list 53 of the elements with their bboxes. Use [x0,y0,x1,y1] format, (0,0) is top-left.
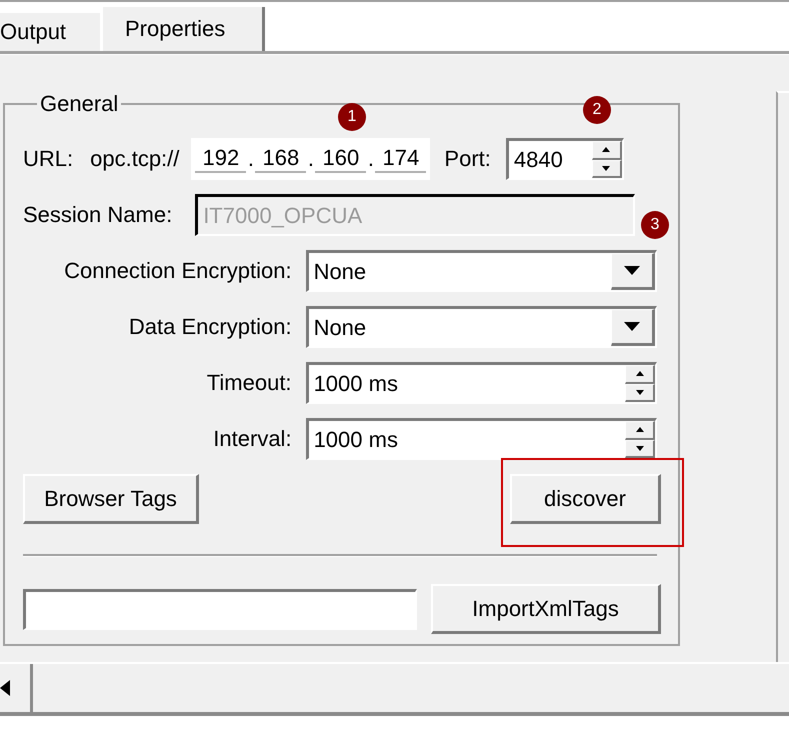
spin-down-button[interactable] [625,384,655,402]
scheme-label: opc.tcp:// [90,146,180,172]
scroll-left-button[interactable] [0,664,33,712]
dropdown[interactable]: None [306,306,657,348]
action-button[interactable]: Browser Tags [23,474,199,524]
dropdown-value: None [312,258,368,284]
session-name-label: Session Name: [23,202,172,228]
ip-address-field[interactable]: 192 . 168 . 160 . 174 [191,138,430,180]
up-triangle-icon [636,371,644,376]
octet-text: 174 [375,145,426,173]
field-label: Timeout: [206,370,292,396]
octet-text: 160 [315,145,366,173]
down-triangle-icon [602,166,610,171]
spinner-value: 1000 ms [312,426,399,452]
octet-text: 192 [195,145,246,173]
spinner-field[interactable]: 1000 ms [306,362,657,404]
dropdown-value: None [312,314,368,340]
up-triangle-icon [602,147,610,152]
spin-down-button[interactable] [592,160,622,178]
horizontal-scrollbar[interactable] [0,662,789,716]
port-value: 4840 [512,146,564,172]
down-triangle-icon [636,390,644,395]
down-triangle-icon [636,446,644,451]
down-triangle-icon [624,266,640,275]
url-label: URL: [23,146,74,172]
spin-up-button[interactable] [625,365,655,384]
field-label: Interval: [212,426,292,452]
octet-text: 168 [255,145,306,173]
group-title: General [39,91,120,117]
spin-up-button[interactable] [592,141,622,160]
field-label: Connection Encryption: [63,258,292,284]
octet-separator: . [306,146,315,172]
dropdown-button[interactable] [611,253,655,290]
session-name-value: IT7000_OPCUA [202,202,364,228]
spin-up-button[interactable] [625,421,655,440]
up-triangle-icon [636,427,644,432]
import-button[interactable]: ImportXmlTags [431,584,661,634]
dropdown[interactable]: None [306,250,657,292]
field-label: Data Encryption: [128,314,292,340]
octet-separator: . [246,146,255,172]
spinner-field[interactable]: 1000 ms [306,418,657,460]
down-triangle-icon [624,322,640,331]
action-button[interactable]: discover [510,474,661,524]
port-label: Port: [444,146,491,172]
spin-down-button[interactable] [625,440,655,458]
tab[interactable]: Properties [103,7,265,51]
dropdown-button[interactable] [611,309,655,346]
port-spinner[interactable]: 4840 [506,138,624,180]
text-field[interactable] [23,588,417,630]
spinner-value: 1000 ms [312,370,399,396]
tab[interactable]: Output [0,13,100,51]
left-triangle-icon [0,680,10,696]
octet-separator: . [366,146,375,172]
